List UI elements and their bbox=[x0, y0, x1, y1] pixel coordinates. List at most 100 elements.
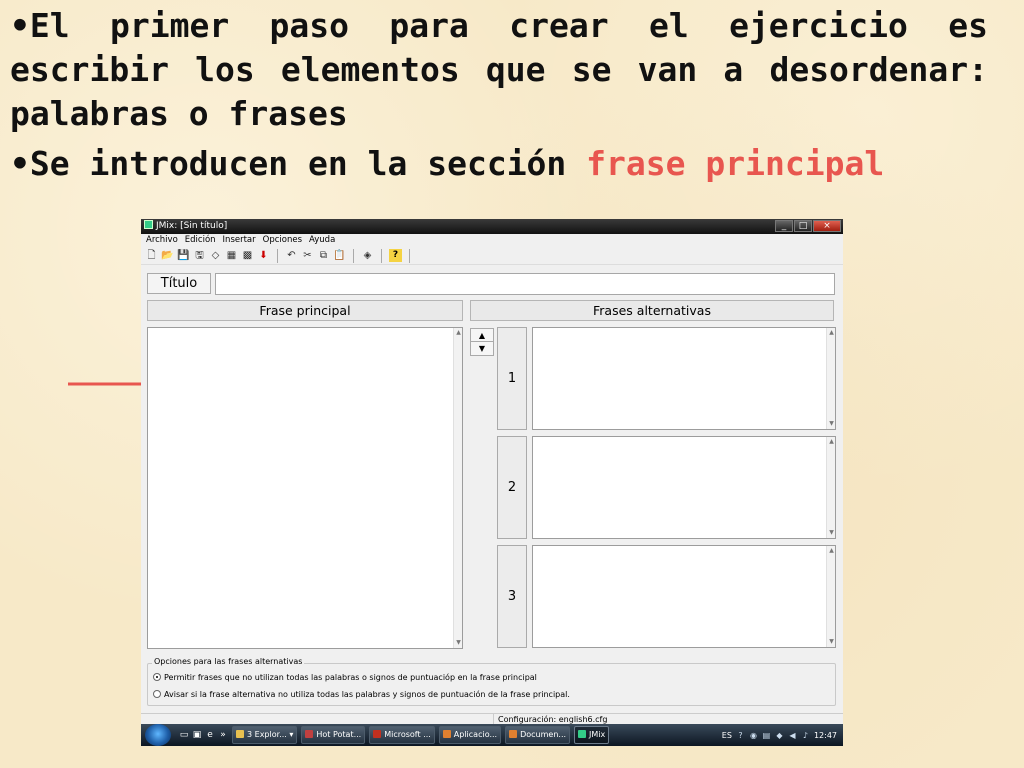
option-warn-partial[interactable]: Avisar si la frase alternativa no utiliz… bbox=[153, 689, 570, 701]
jmix-app-icon bbox=[144, 220, 153, 229]
web-icon[interactable]: ▦ bbox=[225, 249, 238, 262]
help-icon[interactable]: ? bbox=[389, 249, 402, 262]
alt3-scrollbar[interactable]: ▲ ▼ bbox=[826, 546, 835, 647]
radio-allow-partial[interactable] bbox=[153, 673, 161, 681]
scroll-up-icon[interactable]: ▲ bbox=[827, 438, 836, 446]
main-sentence-header: Frase principal bbox=[147, 300, 463, 321]
taskbar-label: Microsoft ... bbox=[384, 730, 431, 739]
bullet-section-prefix: •Se introducen en la sección bbox=[10, 144, 587, 183]
security-icon[interactable]: ◉ bbox=[749, 731, 758, 740]
option-allow-partial[interactable]: Permitir frases que no utilizan todas la… bbox=[153, 672, 537, 684]
undo-icon[interactable]: ↶ bbox=[285, 249, 298, 262]
firefox-icon bbox=[509, 730, 518, 738]
alt2-scrollbar[interactable]: ▲ ▼ bbox=[826, 437, 835, 538]
alt1-scrollbar[interactable]: ▲ ▼ bbox=[826, 328, 835, 429]
alternatives-options-group: Opciones para las frases alternativas Pe… bbox=[147, 657, 836, 706]
taskbar-label: Aplicacio... bbox=[453, 730, 498, 739]
cut-icon[interactable]: ✂ bbox=[301, 249, 314, 262]
taskbar: ▭ ▣ e » 3 Explor... ▾ Hot Potat... Micro… bbox=[141, 724, 843, 746]
language-indicator[interactable]: ES bbox=[722, 731, 732, 740]
scroll-up-icon[interactable]: ▲ bbox=[454, 329, 463, 337]
main-sentence-textarea[interactable]: ▲ ▼ bbox=[147, 327, 463, 649]
window-title: JMix: [Sin título] bbox=[156, 221, 228, 231]
title-input[interactable] bbox=[215, 273, 835, 295]
maximize-button[interactable]: □ bbox=[794, 220, 812, 232]
volume-icon[interactable]: ◀ bbox=[788, 731, 797, 740]
switch-windows-icon[interactable]: ▣ bbox=[192, 730, 202, 740]
options-legend: Opciones para las frases alternativas bbox=[152, 657, 305, 666]
spinner-up-icon[interactable]: ▲ bbox=[471, 329, 493, 342]
alternative-2-textarea[interactable]: ▲ ▼ bbox=[532, 436, 836, 539]
scroll-down-icon[interactable]: ▼ bbox=[827, 529, 836, 537]
taskbar-label: Hot Potat... bbox=[316, 730, 362, 739]
quick-launch: ▭ ▣ e » bbox=[179, 730, 228, 740]
alternative-3-button[interactable]: 3 bbox=[497, 545, 527, 648]
taskbar-button-hotpotatoes[interactable]: Hot Potat... bbox=[301, 726, 366, 744]
toolbar-separator bbox=[381, 248, 382, 263]
copy-icon[interactable]: ⧉ bbox=[317, 249, 330, 262]
minimize-button[interactable]: _ bbox=[775, 220, 793, 232]
bullet-section-highlight: frase principal bbox=[586, 144, 885, 183]
main-scrollbar[interactable]: ▲ ▼ bbox=[453, 328, 462, 648]
close-button[interactable]: × bbox=[813, 220, 841, 232]
slide-text: •El primer paso para crear el ejercicio … bbox=[10, 4, 988, 186]
alternative-1-button[interactable]: 1 bbox=[497, 327, 527, 430]
save-icon[interactable]: 💾 bbox=[177, 249, 190, 262]
taskbar-label: Documen... bbox=[520, 730, 567, 739]
menu-ayuda[interactable]: Ayuda bbox=[309, 234, 335, 247]
menu-opciones[interactable]: Opciones bbox=[263, 234, 302, 247]
menu-bar: Archivo Edición Insertar Opciones Ayuda bbox=[141, 234, 843, 247]
taskbar-label: 3 Explor... bbox=[247, 730, 287, 739]
show-desktop-icon[interactable]: ▭ bbox=[179, 730, 189, 740]
alternative-3-textarea[interactable]: ▲ ▼ bbox=[532, 545, 836, 648]
taskbar-button-microsoft[interactable]: Microsoft ... bbox=[369, 726, 435, 744]
powerpoint-icon bbox=[373, 730, 382, 738]
alternatives-spinner[interactable]: ▲ ▼ bbox=[470, 328, 494, 356]
option-allow-partial-label: Permitir frases que no utilizan todas la… bbox=[164, 673, 537, 682]
export-icon[interactable]: ◇ bbox=[209, 249, 222, 262]
title-row: Título bbox=[147, 272, 835, 296]
sound-icon[interactable]: ♪ bbox=[801, 731, 810, 740]
new-icon[interactable]: 🗋 bbox=[145, 249, 158, 262]
ie-icon[interactable]: e bbox=[205, 730, 215, 740]
title-button[interactable]: Título bbox=[147, 273, 211, 294]
spinner-down-icon[interactable]: ▼ bbox=[471, 342, 493, 355]
web-options-icon[interactable]: ▩ bbox=[241, 249, 254, 262]
start-button[interactable] bbox=[145, 724, 171, 746]
menu-archivo[interactable]: Archivo bbox=[146, 234, 178, 247]
taskbar-button-explorer[interactable]: 3 Explor... ▾ bbox=[232, 726, 298, 744]
alternative-sentences-header: Frases alternativas bbox=[470, 300, 834, 321]
bullet-first-step: •El primer paso para crear el ejercicio … bbox=[10, 6, 988, 133]
scroll-up-icon[interactable]: ▲ bbox=[827, 329, 836, 337]
alternative-1-textarea[interactable]: ▲ ▼ bbox=[532, 327, 836, 430]
save-as-icon[interactable]: 🖫 bbox=[193, 249, 206, 262]
quick-launch-overflow-icon[interactable]: » bbox=[218, 730, 228, 740]
paste-icon[interactable]: 📋 bbox=[333, 249, 346, 262]
menu-insertar[interactable]: Insertar bbox=[223, 234, 256, 247]
option-warn-partial-label: Avisar si la frase alternativa no utiliz… bbox=[164, 690, 570, 699]
toolbar: 🗋 📂 💾 🖫 ◇ ▦ ▩ ⬇ ↶ ✂ ⧉ 📋 ◈ ? bbox=[141, 247, 843, 265]
help-tray-icon[interactable]: ? bbox=[736, 731, 745, 740]
toolbar-separator bbox=[409, 248, 410, 263]
radio-warn-partial[interactable] bbox=[153, 690, 161, 698]
jmix-icon bbox=[578, 730, 587, 738]
taskbar-button-jmix[interactable]: JMix bbox=[574, 726, 610, 744]
update-icon[interactable]: ◆ bbox=[775, 731, 784, 740]
clock[interactable]: 12:47 bbox=[814, 731, 837, 740]
toolbar-separator bbox=[277, 248, 278, 263]
scroll-up-icon[interactable]: ▲ bbox=[827, 547, 836, 555]
firefox-icon bbox=[442, 730, 451, 738]
toolbar-separator bbox=[353, 248, 354, 263]
taskbar-button-aplicaciones[interactable]: Aplicacio... bbox=[438, 726, 502, 744]
alternative-2-button[interactable]: 2 bbox=[497, 436, 527, 539]
down-arrow-icon[interactable]: ⬇ bbox=[257, 249, 270, 262]
menu-edicion[interactable]: Edición bbox=[185, 234, 216, 247]
taskbar-button-documentos[interactable]: Documen... bbox=[505, 726, 571, 744]
scroll-down-icon[interactable]: ▼ bbox=[454, 639, 463, 647]
scroll-down-icon[interactable]: ▼ bbox=[827, 420, 836, 428]
scroll-down-icon[interactable]: ▼ bbox=[827, 638, 836, 646]
open-icon[interactable]: 📂 bbox=[161, 249, 174, 262]
taskbar-label: JMix bbox=[589, 730, 606, 739]
hotpot-icon[interactable]: ◈ bbox=[361, 249, 374, 262]
network-icon[interactable]: ▤ bbox=[762, 731, 771, 740]
